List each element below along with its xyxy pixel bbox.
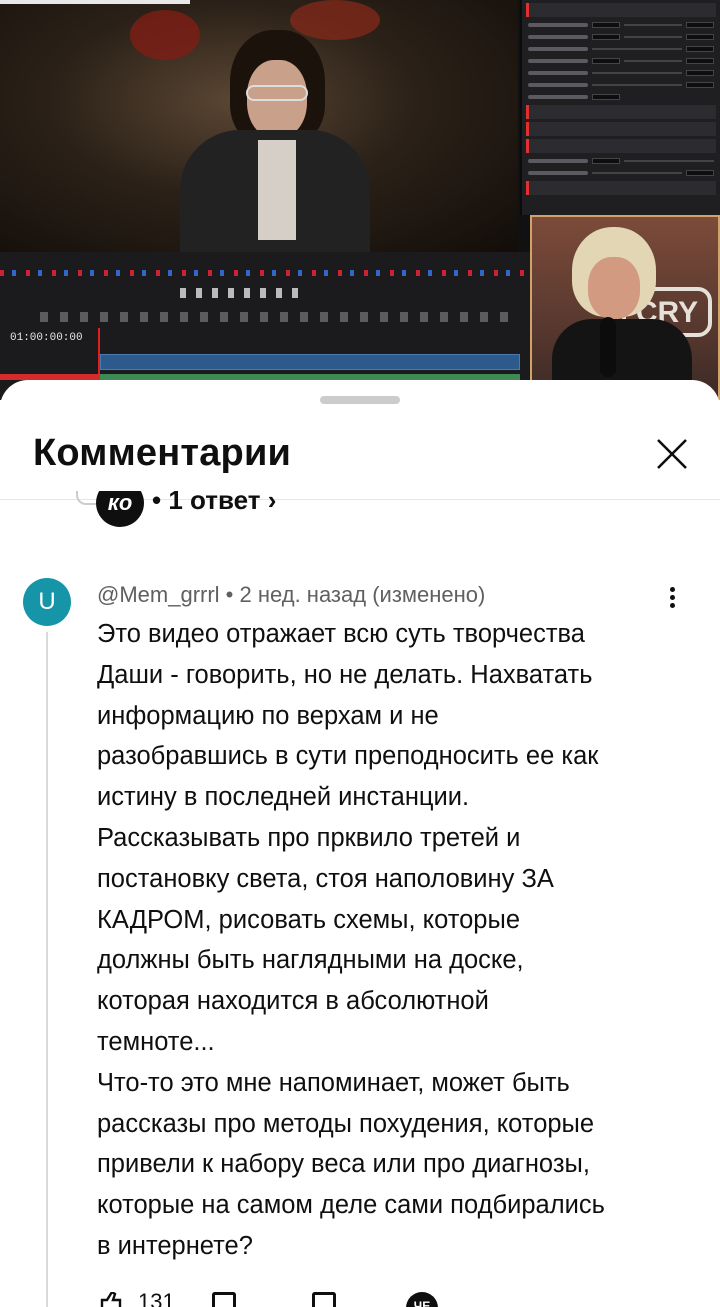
drag-handle[interactable] bbox=[320, 396, 400, 404]
timecode: 01:00:00:00 bbox=[10, 332, 83, 344]
more-options-button[interactable] bbox=[660, 584, 684, 614]
video-person bbox=[180, 30, 370, 252]
creator-heart-avatar: ЧЕ bbox=[406, 1292, 438, 1307]
more-vert-icon bbox=[669, 587, 675, 592]
comment-text: Это видео отражает всю суть творчества Д… bbox=[97, 620, 605, 1260]
close-button[interactable] bbox=[652, 434, 692, 474]
editor-viewer bbox=[0, 0, 518, 252]
thread-line bbox=[46, 632, 48, 1307]
previous-comment-replies[interactable]: ко • 1 ответ › bbox=[76, 491, 396, 531]
dislike-icon[interactable] bbox=[212, 1292, 236, 1307]
editor-timeline: 01:00:00:00 bbox=[0, 252, 530, 400]
comments-sheet: Комментарии ко • 1 ответ › U @Mem_grrrl … bbox=[0, 380, 720, 1307]
inspector-panel bbox=[520, 0, 720, 215]
like-icon[interactable] bbox=[100, 1292, 122, 1307]
webcam-overlay: CRY bbox=[530, 215, 720, 400]
video-player[interactable]: 01:00:00:00 CRY bbox=[0, 0, 720, 400]
reply-icon[interactable] bbox=[312, 1292, 336, 1307]
comment-meta: @Mem_grrrl • 2 нед. назад (изменено) bbox=[97, 582, 486, 607]
creator-avatar: ко bbox=[96, 491, 144, 527]
comment-actions: 131 ЧЕ bbox=[100, 1289, 500, 1307]
sheet-header: Комментарии bbox=[0, 410, 720, 500]
replies-link[interactable]: • 1 ответ › bbox=[152, 491, 276, 516]
sheet-title: Комментарии bbox=[33, 432, 292, 474]
close-icon bbox=[657, 439, 687, 469]
avatar[interactable]: U bbox=[23, 578, 71, 626]
like-count: 131 bbox=[138, 1289, 175, 1307]
